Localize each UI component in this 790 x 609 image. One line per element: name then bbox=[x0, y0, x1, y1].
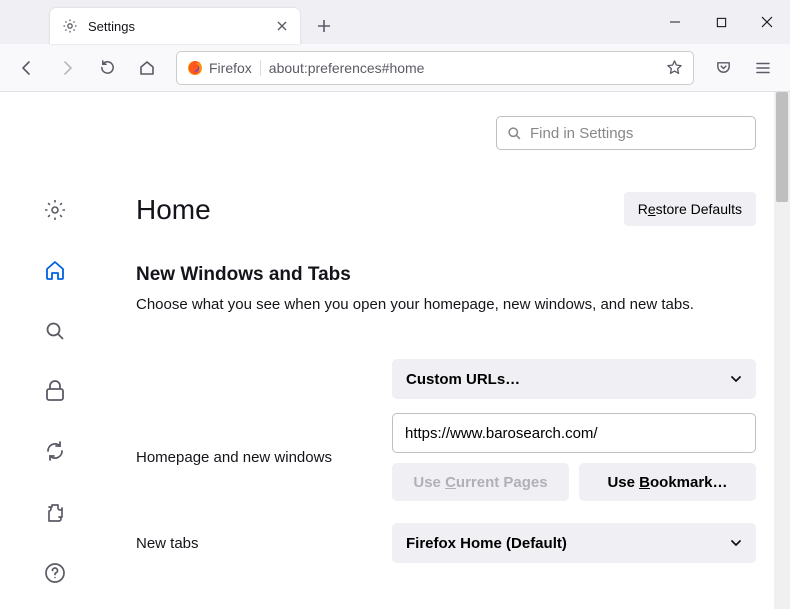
url-bar[interactable]: Firefox about:preferences#home bbox=[176, 51, 694, 85]
settings-sidebar bbox=[0, 92, 110, 609]
settings-main: Find in Settings Home Restore Defaults N… bbox=[110, 92, 790, 609]
star-icon[interactable] bbox=[666, 59, 683, 76]
nav-toolbar: Firefox about:preferences#home bbox=[0, 44, 790, 92]
select-value: Custom URLs… bbox=[406, 371, 520, 388]
maximize-button[interactable] bbox=[698, 0, 744, 44]
pocket-icon bbox=[715, 59, 732, 76]
use-current-pages-button: Use Current Pages bbox=[392, 463, 569, 501]
puzzle-icon bbox=[44, 502, 66, 524]
select-value: Firefox Home (Default) bbox=[406, 535, 567, 552]
url-identity: Firefox bbox=[187, 60, 261, 76]
sidebar-item-search[interactable] bbox=[35, 312, 75, 348]
minimize-button[interactable] bbox=[652, 0, 698, 44]
reload-button[interactable] bbox=[90, 51, 124, 85]
search-input[interactable]: Find in Settings bbox=[496, 116, 756, 150]
hamburger-icon bbox=[755, 60, 771, 76]
homepage-label: Homepage and new windows bbox=[136, 449, 392, 466]
search-icon bbox=[43, 319, 67, 343]
search-placeholder: Find in Settings bbox=[530, 125, 633, 142]
menu-button[interactable] bbox=[746, 51, 780, 85]
section-description: Choose what you see when you open your h… bbox=[136, 296, 756, 313]
new-tab-button[interactable] bbox=[308, 10, 340, 42]
newtabs-row: New tabs Firefox Home (Default) bbox=[136, 523, 756, 563]
homepage-url-row: Homepage and new windows Use Current Pag… bbox=[136, 413, 756, 501]
arrow-left-icon bbox=[18, 59, 36, 77]
sidebar-item-general[interactable] bbox=[35, 192, 75, 228]
close-window-button[interactable] bbox=[744, 0, 790, 44]
home-icon bbox=[138, 59, 156, 77]
homepage-mode-select[interactable]: Custom URLs… bbox=[392, 359, 756, 399]
help-icon bbox=[44, 562, 66, 584]
tab-title: Settings bbox=[88, 19, 266, 34]
sidebar-item-sync[interactable] bbox=[35, 433, 75, 469]
firefox-icon bbox=[187, 60, 203, 76]
newtabs-select[interactable]: Firefox Home (Default) bbox=[392, 523, 756, 563]
url-identity-label: Firefox bbox=[209, 60, 252, 76]
search-icon bbox=[507, 126, 522, 141]
reload-icon bbox=[99, 59, 116, 76]
section-title: New Windows and Tabs bbox=[136, 264, 756, 286]
lock-icon bbox=[44, 379, 66, 403]
back-button[interactable] bbox=[10, 51, 44, 85]
sidebar-item-home[interactable] bbox=[35, 252, 75, 288]
sidebar-item-extensions[interactable] bbox=[35, 493, 75, 533]
restore-defaults-button[interactable]: Restore Defaults bbox=[624, 192, 756, 226]
arrow-right-icon bbox=[58, 59, 76, 77]
pocket-button[interactable] bbox=[706, 51, 740, 85]
content-area: Find in Settings Home Restore Defaults N… bbox=[0, 92, 790, 609]
scrollbar-thumb[interactable] bbox=[776, 92, 788, 202]
sync-icon bbox=[43, 439, 67, 463]
window-controls bbox=[652, 0, 790, 44]
sidebar-item-help[interactable] bbox=[35, 553, 75, 593]
homepage-url-input[interactable] bbox=[392, 413, 756, 453]
home-button[interactable] bbox=[130, 51, 164, 85]
use-bookmark-button[interactable]: Use Bookmark… bbox=[579, 463, 756, 501]
sidebar-item-privacy[interactable] bbox=[35, 373, 75, 409]
homepage-select-row: Custom URLs… bbox=[136, 359, 756, 399]
url-text: about:preferences#home bbox=[269, 60, 658, 76]
scrollbar[interactable] bbox=[774, 92, 790, 609]
gear-icon bbox=[43, 198, 67, 222]
close-icon[interactable] bbox=[276, 20, 288, 32]
titlebar: Settings bbox=[0, 0, 790, 44]
gear-icon bbox=[62, 18, 78, 34]
home-icon bbox=[43, 258, 67, 282]
chevron-down-icon bbox=[730, 373, 742, 385]
browser-tab[interactable]: Settings bbox=[50, 8, 300, 44]
forward-button bbox=[50, 51, 84, 85]
plus-icon bbox=[317, 19, 331, 33]
chevron-down-icon bbox=[730, 537, 742, 549]
newtabs-label: New tabs bbox=[136, 535, 392, 552]
